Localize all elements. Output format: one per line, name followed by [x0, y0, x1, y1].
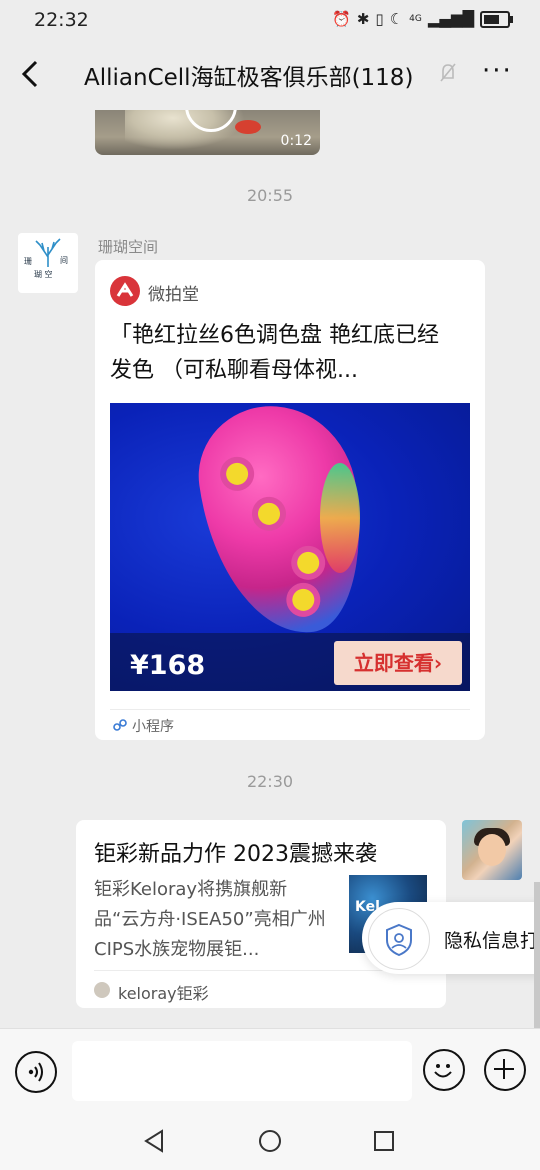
back-button[interactable]: [16, 56, 46, 92]
more-button[interactable]: ···: [482, 56, 513, 86]
avatar-text-1: 珊: [24, 257, 32, 266]
view-now-button[interactable]: 立即查看›: [334, 641, 462, 685]
divider: [110, 709, 470, 710]
bluetooth-icon: ✱: [356, 10, 370, 28]
mini-program-icon: [113, 718, 127, 736]
privacy-toast-label: 隐私信息打: [444, 930, 540, 952]
card-source-name: 微拍堂: [148, 285, 199, 305]
product-image: ¥168 立即查看›: [110, 403, 470, 691]
vibrate-icon: ▯: [375, 10, 384, 28]
sender-avatar[interactable]: 珊 间 瑚 空: [18, 233, 78, 293]
status-icons: ⏰ ✱ ▯ ☾ 4G ▂▄▆█: [332, 10, 513, 28]
video-duration: 0:12: [280, 133, 312, 149]
avatar-text-3: 瑚 空: [34, 269, 53, 279]
plus-icon: [494, 1059, 514, 1079]
account-avatar-icon: [94, 982, 110, 998]
timestamp: 22:30: [246, 772, 294, 791]
price-label: ¥168: [130, 650, 206, 681]
system-nav-bar: [0, 1110, 540, 1170]
network-label: 4G: [409, 14, 422, 24]
privacy-info-toast[interactable]: 隐私信息打: [362, 902, 540, 974]
status-bar: 22:32 ⏰ ✱ ▯ ☾ 4G ▂▄▆█: [0, 0, 540, 40]
voice-input-button[interactable]: [15, 1051, 57, 1093]
back-triangle-icon[interactable]: [143, 1129, 167, 1153]
chevron-left-icon: [21, 60, 38, 88]
alarm-icon: ⏰: [332, 10, 351, 28]
weipaitang-logo-icon: [110, 276, 140, 306]
voice-icon: [28, 1062, 43, 1082]
bell-slash-icon: [440, 62, 456, 84]
video-message[interactable]: 0:12: [95, 110, 320, 155]
divider: [94, 970, 428, 971]
shield-icon: [368, 908, 430, 970]
home-circle-icon[interactable]: [258, 1129, 282, 1153]
smiley-icon: [434, 1064, 452, 1078]
timestamp: 20:55: [246, 186, 294, 205]
scrollbar[interactable]: [534, 882, 540, 1028]
article-source: keloray钜彩: [118, 984, 209, 1003]
mini-program-card[interactable]: 微拍堂 「艳红拉丝6色调色盘 艳红底已经发色 （可私聊看母体视... ¥168 …: [95, 260, 485, 740]
sender-name: 珊瑚空间: [98, 238, 159, 256]
article-title: 钜彩新品力作 2023震撼来袭: [94, 842, 377, 867]
moon-icon: ☾: [389, 10, 404, 28]
battery-icon: [480, 10, 513, 28]
card-title: 「艳红拉丝6色调色盘 艳红底已经发色 （可私聊看母体视...: [110, 323, 439, 383]
recents-square-icon[interactable]: [373, 1130, 395, 1152]
emoji-button[interactable]: [423, 1049, 465, 1091]
my-avatar[interactable]: [462, 820, 522, 880]
message-input[interactable]: [72, 1041, 412, 1101]
coral-logo-icon: 珊 间 瑚 空: [24, 238, 68, 279]
chevron-right-icon: ›: [433, 651, 443, 675]
chat-title: AllianCell海缸极客俱乐部(118): [84, 65, 414, 91]
chat-header: AllianCell海缸极客俱乐部(118) ···: [0, 40, 540, 110]
status-time: 22:32: [34, 9, 89, 31]
signal-icon: ▂▄▆█: [427, 10, 474, 28]
input-bar: [0, 1028, 540, 1111]
mini-program-label: 小程序: [132, 719, 174, 735]
view-now-label: 立即查看: [353, 651, 434, 675]
more-functions-button[interactable]: [484, 1049, 526, 1091]
article-description: 钜彩Keloray将携旗舰新品“云方舟·ISEA50”亮相广州CIPS水族宠物展…: [94, 879, 326, 960]
avatar-text-2: 间: [60, 256, 68, 265]
